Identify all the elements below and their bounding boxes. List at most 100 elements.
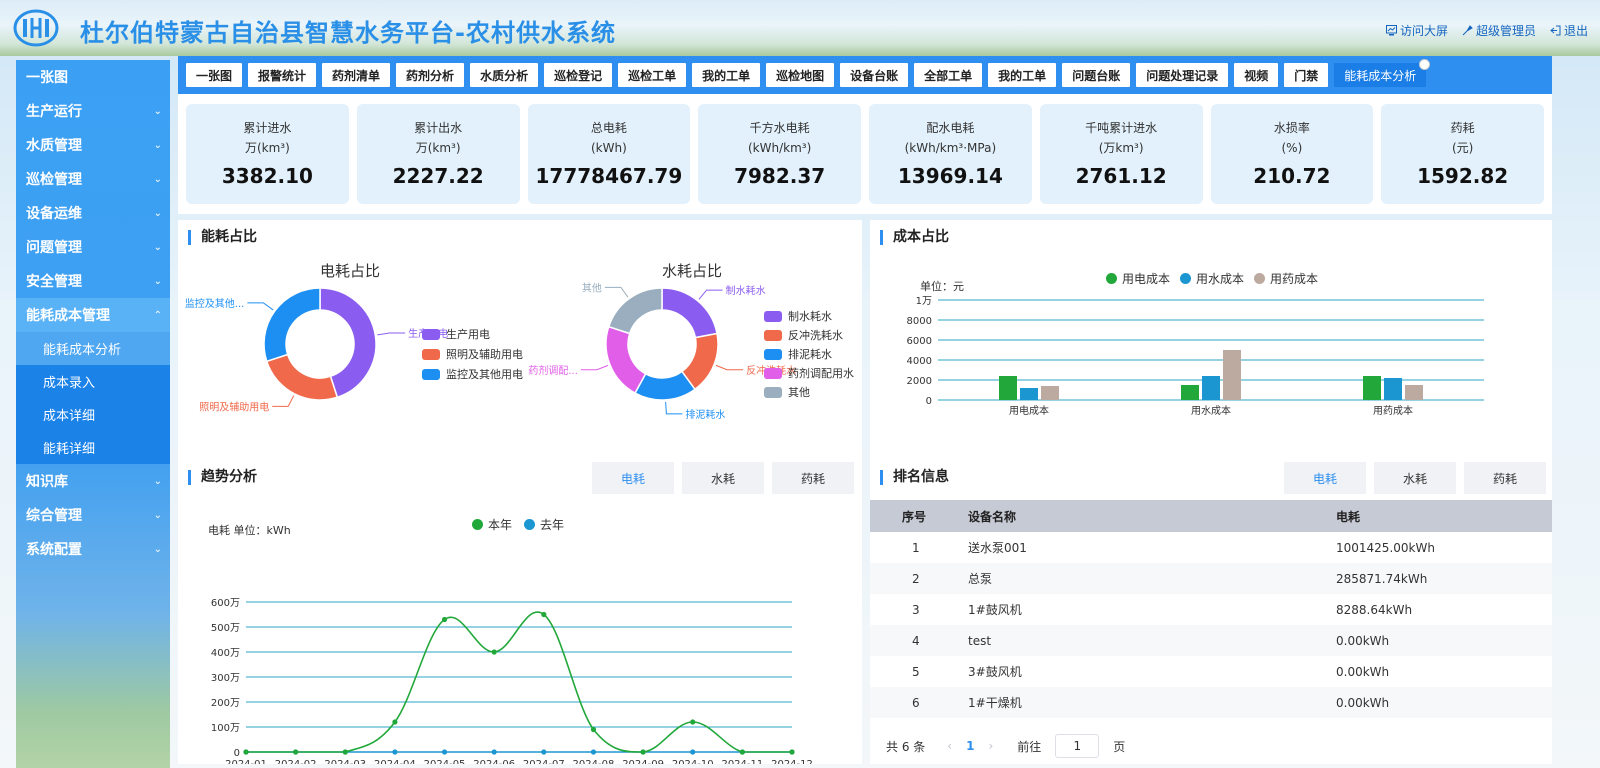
x-tick-label: 2024-06 (473, 759, 515, 764)
pagination-next-icon[interactable]: › (988, 739, 993, 753)
x-tick-label: 2024-08 (573, 759, 615, 764)
tab-chemical-analysis[interactable]: 药剂分析 (396, 63, 465, 87)
tab-all-orders[interactable]: 全部工单 (914, 63, 983, 87)
table-row[interactable]: 6 1#干燥机 0.00kWh (870, 687, 1552, 718)
sidebar-subitem-energy-analysis[interactable]: 能耗成本分析 (16, 332, 170, 365)
tab-issue-ledger[interactable]: 问题台账 (1062, 63, 1131, 87)
sidebar-subitem-cost-detail[interactable]: 成本详细 (16, 398, 170, 431)
energy-cell: 0.00kWh (1336, 664, 1390, 679)
legend-item: 药剂调配用水 (764, 365, 854, 381)
stat-unit: (kWh/km³·MPa) (904, 141, 997, 155)
logout-label: 退出 (1563, 24, 1588, 38)
visit-screen-link[interactable]: 访问大屏 (1385, 22, 1448, 39)
rank-cell: 2 (870, 563, 960, 594)
legend-item: 其他 (764, 384, 810, 400)
rank-electricity-button[interactable]: 电耗 (1284, 462, 1366, 494)
data-point (491, 649, 497, 655)
x-tick-label: 2024-10 (672, 759, 714, 764)
x-tick-label: 2024-01 (225, 759, 267, 764)
sidebar-item-production[interactable]: 生产运行 ⌄ (16, 94, 170, 128)
table-row[interactable]: 5 3#鼓风机 0.00kWh (870, 656, 1552, 687)
rank-water-button[interactable]: 水耗 (1374, 462, 1456, 494)
tab-inspection-order[interactable]: 巡检工单 (618, 63, 687, 87)
legend-label: 其他 (788, 386, 810, 399)
sidebar-item-inspection[interactable]: 巡检管理 ⌄ (16, 162, 170, 196)
tab-my-orders[interactable]: 我的工单 (692, 63, 761, 87)
pagination-page-input[interactable]: 1 (1055, 734, 1100, 758)
tab-map[interactable]: 一张图 (186, 63, 243, 87)
sidebar-item-safety[interactable]: 安全管理 ⌄ (16, 264, 170, 298)
x-tick-label: 2024-12 (771, 759, 813, 764)
rank-chemical-button[interactable]: 药耗 (1464, 462, 1546, 494)
table-row[interactable]: 3 1#鼓风机 8288.64kWh (870, 594, 1552, 625)
sidebar-item-general[interactable]: 综合管理 ⌄ (16, 498, 170, 532)
stat-card: 累计进水 万(km³) 3382.10 (186, 104, 349, 204)
legend-item: 监控及其他用电 (422, 366, 523, 382)
tab-inspection-register[interactable]: 巡检登记 (544, 63, 613, 87)
stat-card: 药耗 (元) 1592.82 (1381, 104, 1544, 204)
column-header: 电耗 (1328, 500, 1552, 532)
legend-label: 药剂调配用水 (788, 367, 854, 380)
table-row[interactable]: 4 test 0.00kWh (870, 625, 1552, 656)
sidebar-item-label: 水质管理 (26, 138, 82, 154)
energy-cell: 1001425.00kWh (1336, 540, 1435, 555)
tab-chemical-list[interactable]: 药剂清单 (322, 63, 391, 87)
y-tick-label: 200万 (211, 698, 240, 709)
tab-equipment-ledger[interactable]: 设备台账 (840, 63, 909, 87)
user-link[interactable]: 超级管理员 (1462, 22, 1536, 39)
sidebar-item-label: 能耗成本管理 (26, 308, 110, 324)
sidebar-item-system-config[interactable]: 系统配置 ⌄ (16, 532, 170, 566)
rank-cell: 5 (912, 664, 920, 679)
column-header: 序号 (870, 500, 960, 532)
device-cell: 3#鼓风机 (968, 665, 1022, 679)
stat-unit: (%) (1281, 141, 1303, 155)
x-tick-label: 2024-11 (721, 759, 763, 764)
legend-swatch (764, 367, 782, 379)
table-row[interactable]: 2 总泵 285871.74kWh (870, 563, 1552, 594)
tab-alarm-stats[interactable]: 报警统计 (248, 63, 317, 87)
pie-slice (263, 287, 321, 363)
sidebar-item-issues[interactable]: 问题管理 ⌄ (16, 230, 170, 264)
pagination-prev-icon[interactable]: ‹ (947, 739, 952, 753)
bar (1020, 388, 1038, 400)
y-tick-label: 6000 (907, 336, 932, 347)
y-tick-label: 8000 (907, 316, 932, 327)
table-row[interactable]: 1 送水泵001 1001425.00kWh (870, 532, 1552, 563)
tab-energy-cost-analysis[interactable]: 能耗成本分析 (1334, 59, 1431, 87)
legend-label: 排泥耗水 (788, 348, 832, 361)
pagination-page-suffix: 页 (1113, 739, 1126, 754)
sidebar-item-equipment[interactable]: 设备运维 ⌄ (16, 196, 170, 230)
tab-inspection-map[interactable]: 巡检地图 (766, 63, 835, 87)
ranking-table: 序号 设备名称 电耗 1 送水泵001 1001425.00kWh 2 总泵 28587… (870, 500, 1552, 718)
tab-access-control[interactable]: 门禁 (1284, 63, 1329, 87)
sidebar-item-knowledge[interactable]: 知识库 ⌄ (16, 464, 170, 498)
sidebar-subitem-cost-entry[interactable]: 成本录入 (16, 365, 170, 398)
chevron-down-icon: ⌄ (153, 207, 162, 219)
tab-my-orders-2[interactable]: 我的工单 (988, 63, 1057, 87)
sidebar-item-water-quality[interactable]: 水质管理 ⌄ (16, 128, 170, 162)
pie-callout-line (698, 289, 723, 300)
stat-unit: 万(km³) (415, 141, 461, 155)
legend-swatch (422, 348, 440, 360)
data-point (441, 749, 448, 755)
sidebar-item-map[interactable]: 一张图 (16, 60, 170, 94)
sidebar-item-label: 知识库 (26, 474, 68, 490)
y-tick-label: 2000 (907, 376, 932, 387)
sidebar-item-label: 问题管理 (26, 240, 82, 256)
rank-toggle-group: 电耗 水耗 药耗 (1284, 462, 1546, 494)
sidebar-item-energy-cost[interactable]: 能耗成本管理 ⌃ (16, 298, 170, 332)
tab-video[interactable]: 视频 (1234, 63, 1279, 87)
pie-callout-label: 排泥耗水 (685, 408, 725, 421)
sidebar-subitem-energy-detail[interactable]: 能耗详细 (16, 431, 170, 464)
pagination-page-1[interactable]: 1 (966, 739, 974, 753)
stat-card: 累计出水 万(km³) 2227.22 (356, 104, 520, 204)
legend-swatch (764, 386, 782, 398)
stat-label: 药耗 (1450, 121, 1475, 135)
stat-value: 210.72 (1253, 164, 1331, 188)
tab-issue-records[interactable]: 问题处理记录 (1136, 63, 1229, 87)
sidebar: 一张图 生产运行 ⌄ 水质管理 ⌄ 巡检管理 ⌄ 设备运维 ⌄ 问题管理 ⌄ 安全管理 ⌄ … (16, 60, 170, 768)
logout-link[interactable]: 退出 (1550, 22, 1588, 39)
x-tick-label: 2024-09 (622, 759, 664, 764)
y-tick-label: 0 (234, 748, 240, 759)
tab-water-quality[interactable]: 水质分析 (470, 63, 539, 87)
